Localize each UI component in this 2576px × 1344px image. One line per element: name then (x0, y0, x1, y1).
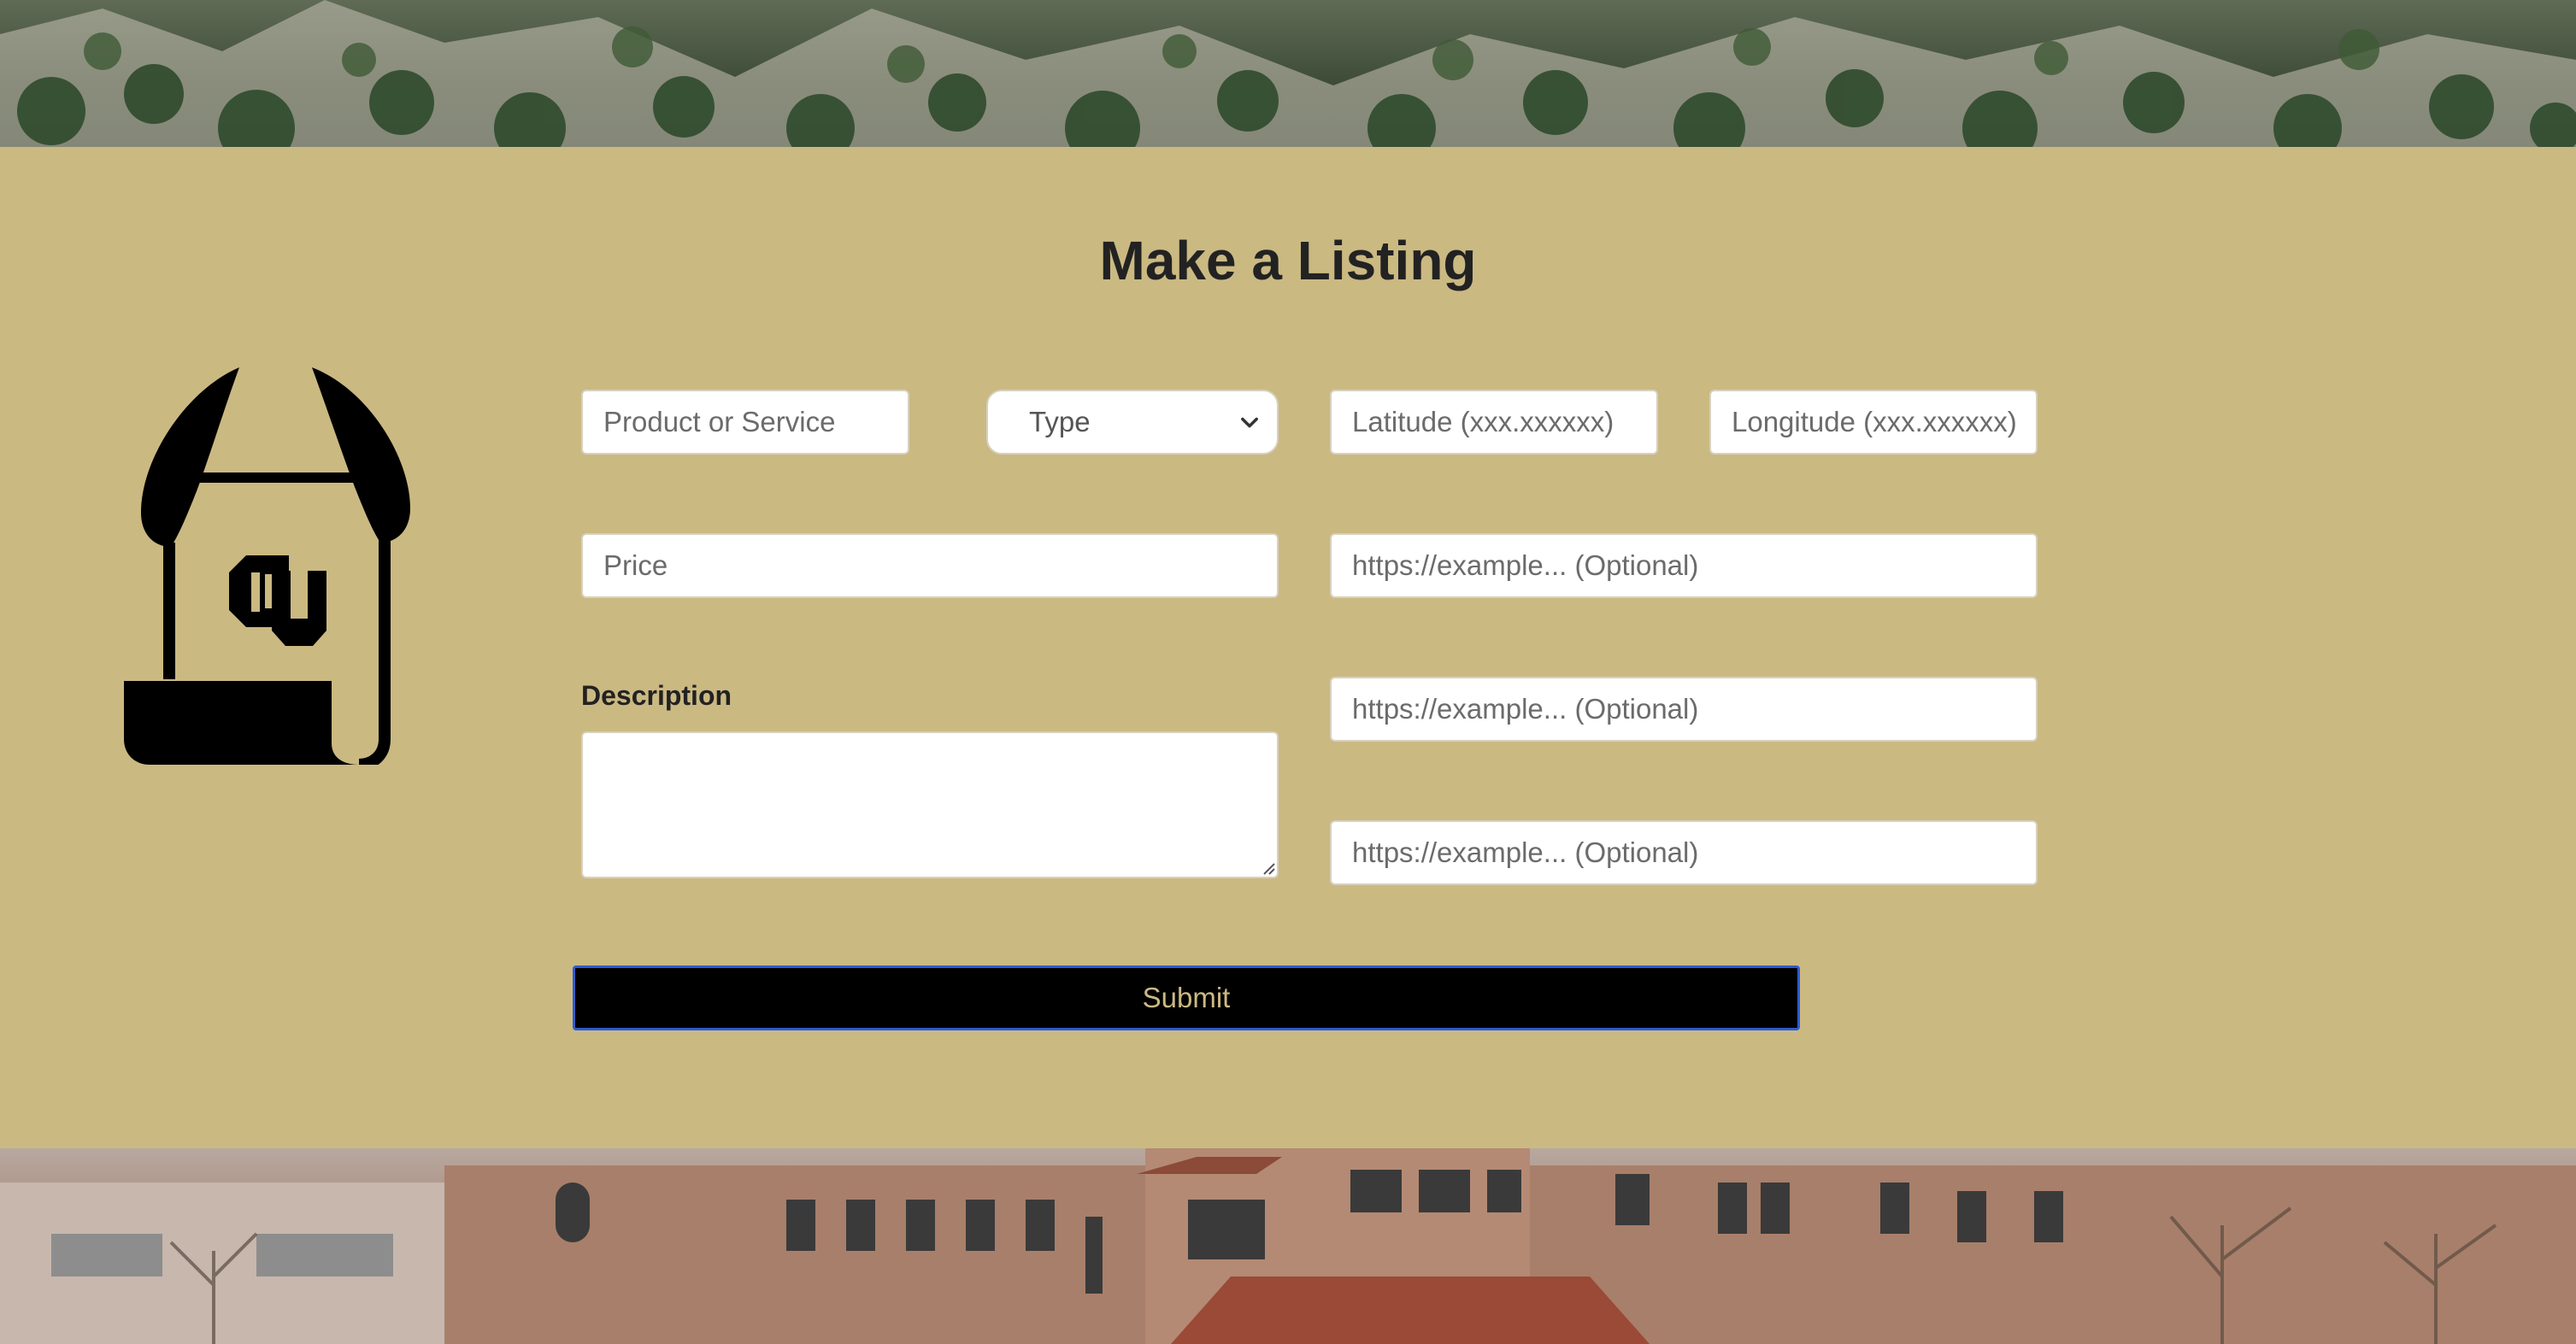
chevron-down-icon (1241, 417, 1258, 428)
type-select-value: Type (1029, 406, 1091, 437)
buffalo-scroll-cu-logo-icon (124, 367, 410, 765)
mountain-photo-banner (0, 0, 2576, 147)
product-or-service-input[interactable] (581, 390, 909, 455)
description-label: Description (581, 680, 732, 711)
campus-building-photo-banner (0, 1148, 2576, 1344)
longitude-input[interactable] (1709, 390, 2038, 455)
submit-button[interactable]: Submit (573, 965, 1800, 1030)
page-title: Make a Listing (1099, 230, 1477, 291)
description-textarea[interactable] (581, 731, 1279, 878)
link-input-1[interactable] (1330, 533, 2038, 598)
price-input[interactable] (581, 533, 1279, 598)
mountain-photo-illustration (0, 0, 2576, 147)
type-select[interactable]: Type (986, 390, 1279, 455)
page: Make a Listing Type Description (0, 0, 2576, 1344)
latitude-input[interactable] (1330, 390, 1658, 455)
resize-grip-icon[interactable] (1260, 860, 1275, 875)
link-input-3[interactable] (1330, 820, 2038, 885)
link-input-2[interactable] (1330, 677, 2038, 742)
campus-building-illustration (0, 1148, 2576, 1344)
